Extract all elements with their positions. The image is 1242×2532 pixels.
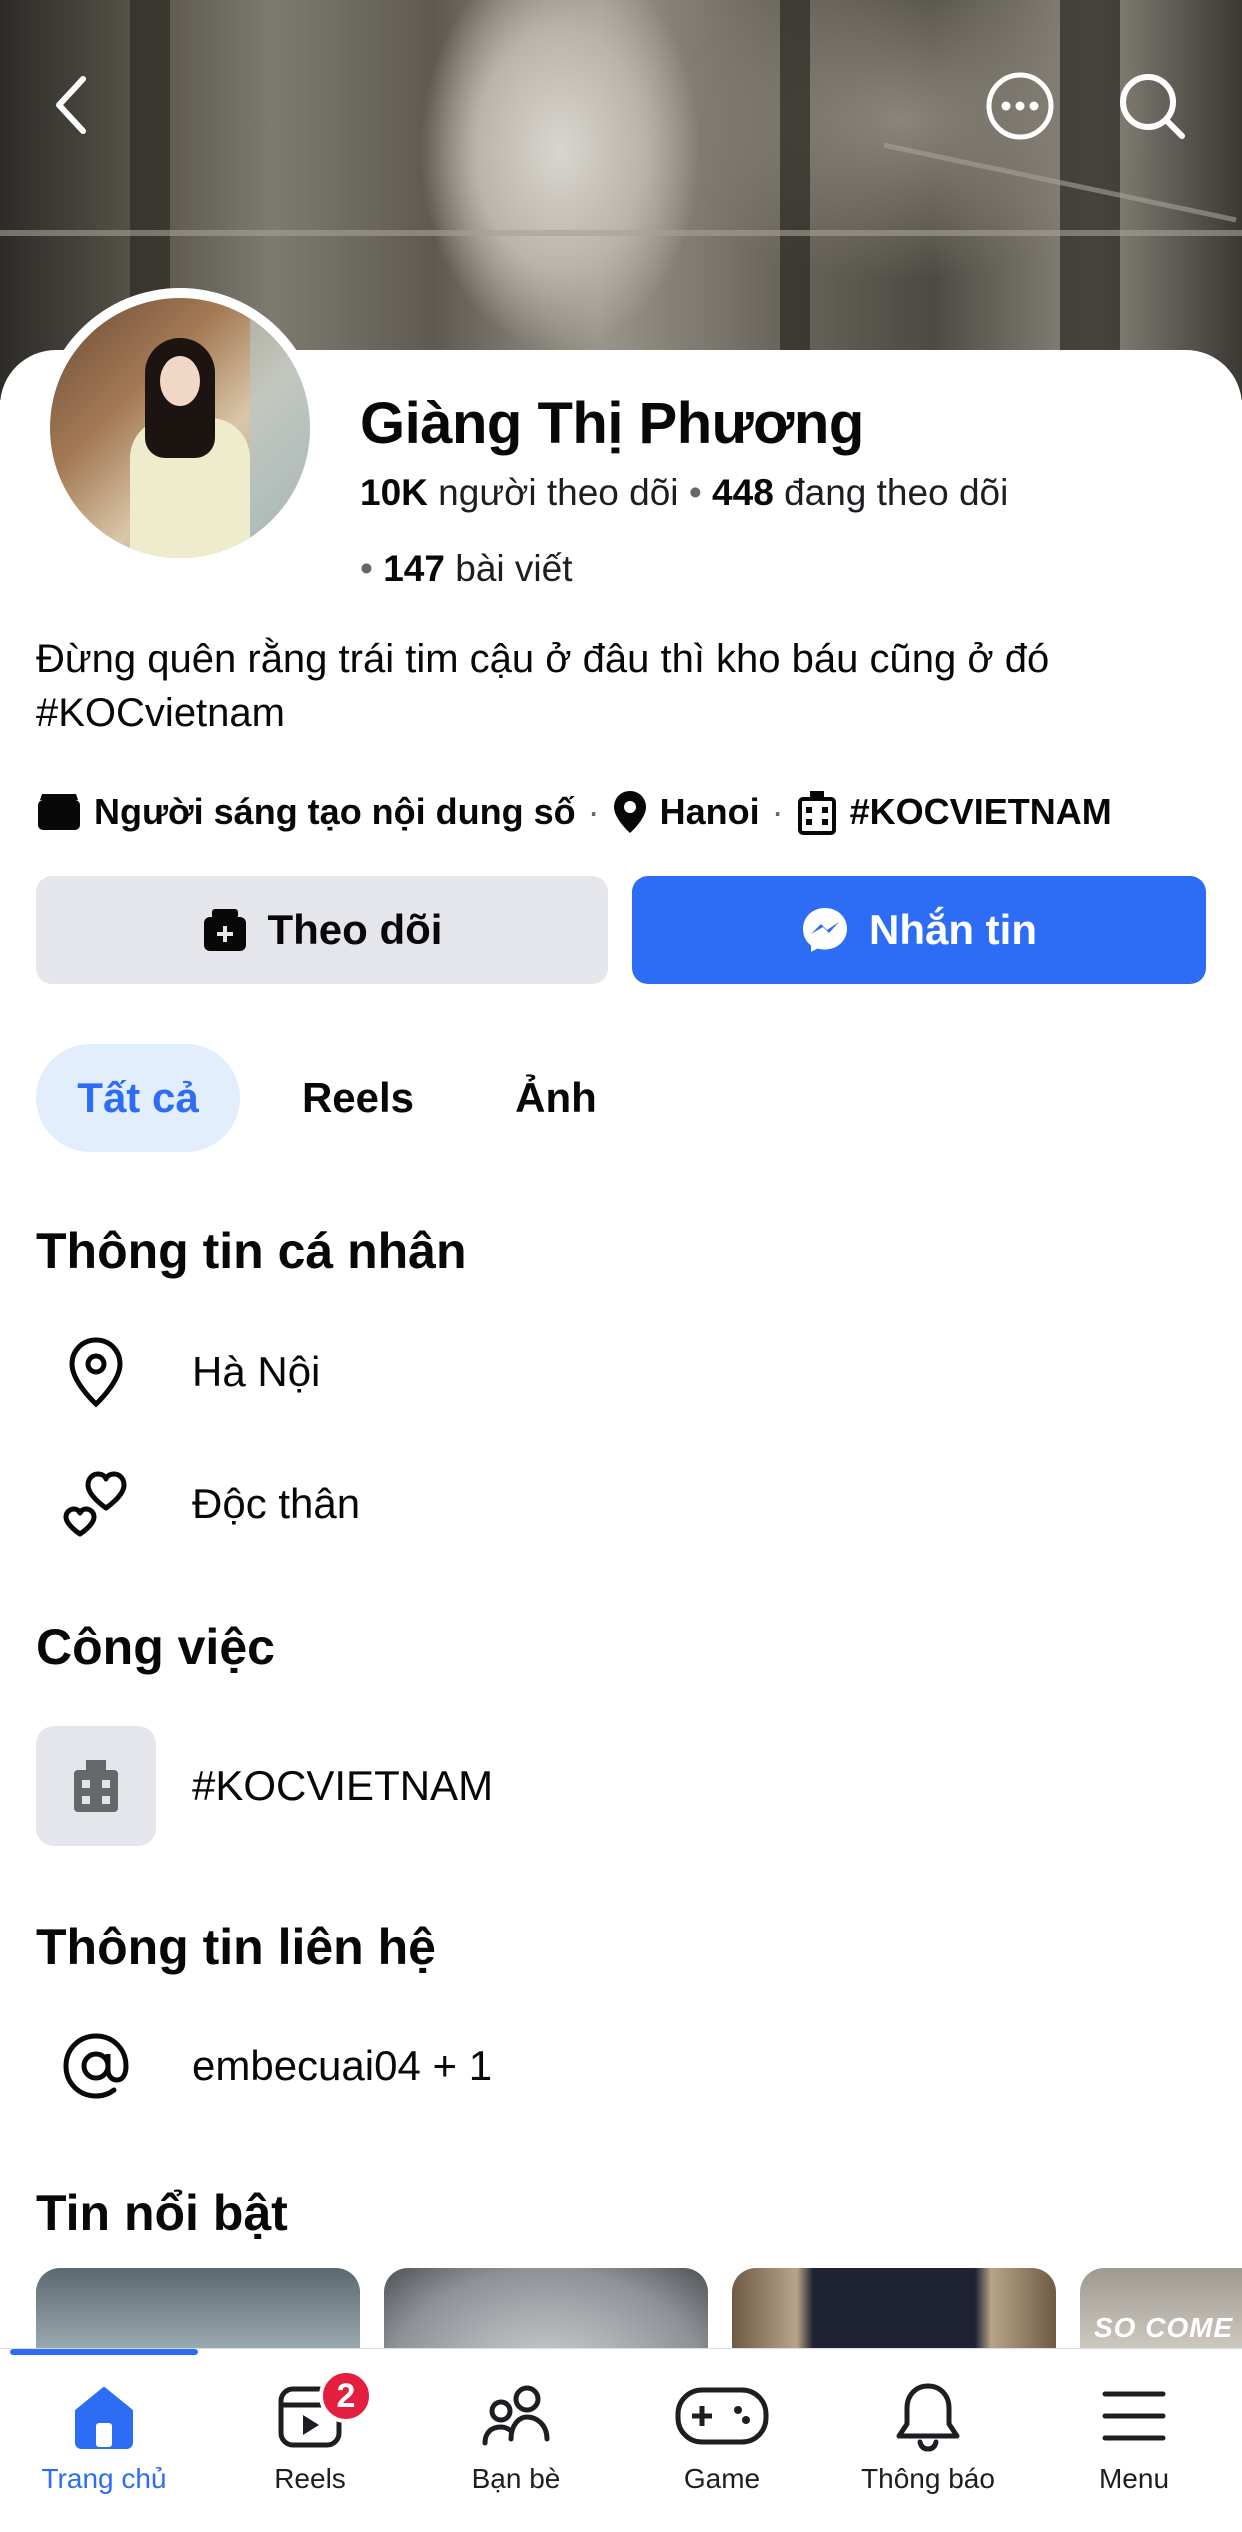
highlight-item[interactable]: SO COME	[1080, 2268, 1242, 2348]
nav-home-label: Trang chủ	[41, 2463, 167, 2494]
posts-stat[interactable]: • 147 bài viết	[360, 548, 572, 590]
search-button[interactable]	[1112, 66, 1192, 146]
nav-friends[interactable]: Bạn bè	[416, 2373, 616, 2513]
location-text: Hanoi	[659, 791, 760, 832]
chevron-left-icon	[56, 76, 86, 134]
bio-hashtag: #KOCvietnam	[36, 691, 285, 735]
contact-value: embecuai04 + 1	[192, 2042, 493, 2089]
follow-label: Theo dõi	[267, 906, 443, 953]
personal-info-heading: Thông tin cá nhân	[36, 1223, 467, 1279]
bottom-nav: Trang chủ 2 Reels Bạn bè Game Thông báo …	[0, 2348, 1242, 2532]
highlight-item[interactable]	[384, 2268, 708, 2348]
nav-reels[interactable]: 2 Reels	[210, 2369, 410, 2513]
followers-count: 10K	[360, 472, 428, 513]
at-icon	[36, 2016, 156, 2116]
building-icon	[796, 789, 838, 835]
nav-game[interactable]: Game	[622, 2373, 822, 2513]
active-tab-indicator	[10, 2349, 198, 2355]
followers-label: người theo dõi	[438, 472, 679, 513]
following-label: đang theo dõi	[784, 472, 1009, 513]
location-pin-icon	[612, 789, 648, 835]
highlights-strip[interactable]: SO COME	[36, 2268, 1242, 2348]
highlights-heading: Tin nổi bật	[36, 2185, 288, 2241]
info-row-location[interactable]: Hà Nội	[36, 1322, 320, 1422]
highlight-item[interactable]	[732, 2268, 1056, 2348]
location-pin-icon	[36, 1322, 156, 1422]
bio-text: Đừng quên rằng trái tim cậu ở đâu thì kh…	[36, 637, 1050, 681]
nav-friends-label: Bạn bè	[471, 2463, 561, 2494]
reels-icon: 2	[275, 2369, 373, 2459]
message-button[interactable]: Nhắn tin	[632, 876, 1206, 984]
relationship-value: Độc thân	[192, 1480, 361, 1527]
message-label: Nhắn tin	[869, 906, 1037, 953]
posts-count: 147	[383, 548, 445, 589]
contact-heading: Thông tin liên hệ	[36, 1919, 436, 1975]
nav-reels-label: Reels	[274, 2463, 346, 2494]
friends-icon	[479, 2373, 553, 2459]
profile-details: Người sáng tạo nội dung số · Hanoi · #KO…	[36, 784, 1112, 840]
workplace-text: #KOCVIETNAM	[849, 791, 1112, 832]
search-icon	[1120, 74, 1185, 139]
nav-notifications[interactable]: Thông báo	[828, 2373, 1028, 2513]
location-value: Hà Nội	[192, 1348, 321, 1395]
menu-icon	[1101, 2373, 1167, 2459]
following-count: 448	[712, 472, 774, 513]
nav-home[interactable]: Trang chủ	[4, 2373, 204, 2513]
tab-reels[interactable]: Reels	[280, 1044, 436, 1152]
nav-game-label: Game	[683, 2463, 761, 2494]
profile-bio: Đừng quên rằng trái tim cậu ở đâu thì kh…	[36, 632, 1216, 740]
category-text: Người sáng tạo nội dung số	[94, 791, 576, 832]
work-heading: Công việc	[36, 1619, 275, 1675]
info-row-relationship[interactable]: Độc thân	[36, 1454, 360, 1554]
profile-name: Giàng Thị Phương	[360, 391, 864, 456]
building-icon	[36, 1726, 156, 1846]
nav-menu-label: Menu	[1098, 2463, 1170, 2494]
home-icon	[69, 2373, 139, 2459]
highlight-item[interactable]	[36, 2268, 360, 2348]
contact-row[interactable]: embecuai04 + 1	[36, 2016, 492, 2116]
gamepad-icon	[674, 2373, 770, 2459]
profile-stats[interactable]: 10K người theo dõi • 448 đang theo dõi	[360, 472, 1008, 514]
nav-menu[interactable]: Menu	[1034, 2373, 1234, 2513]
bell-icon	[893, 2373, 963, 2459]
nav-notifications-label: Thông báo	[861, 2463, 995, 2494]
highlight-caption: SO COME	[1094, 2312, 1234, 2343]
messenger-icon	[801, 906, 849, 954]
tab-all[interactable]: Tất cả	[36, 1044, 240, 1152]
tab-photos[interactable]: Ảnh	[490, 1044, 622, 1152]
follow-icon	[202, 907, 248, 953]
hearts-icon	[36, 1454, 156, 1554]
posts-label: bài viết	[455, 548, 573, 589]
work-value: #KOCVIETNAM	[192, 1762, 494, 1809]
more-dots-icon	[986, 72, 1054, 140]
more-options-button[interactable]	[980, 66, 1060, 146]
follow-button[interactable]: Theo dõi	[36, 876, 608, 984]
clapperboard-icon	[36, 792, 82, 832]
back-button[interactable]	[36, 60, 106, 150]
work-row[interactable]: #KOCVIETNAM	[36, 1726, 493, 1846]
reels-badge: 2	[319, 2369, 373, 2423]
profile-avatar[interactable]	[40, 288, 320, 568]
